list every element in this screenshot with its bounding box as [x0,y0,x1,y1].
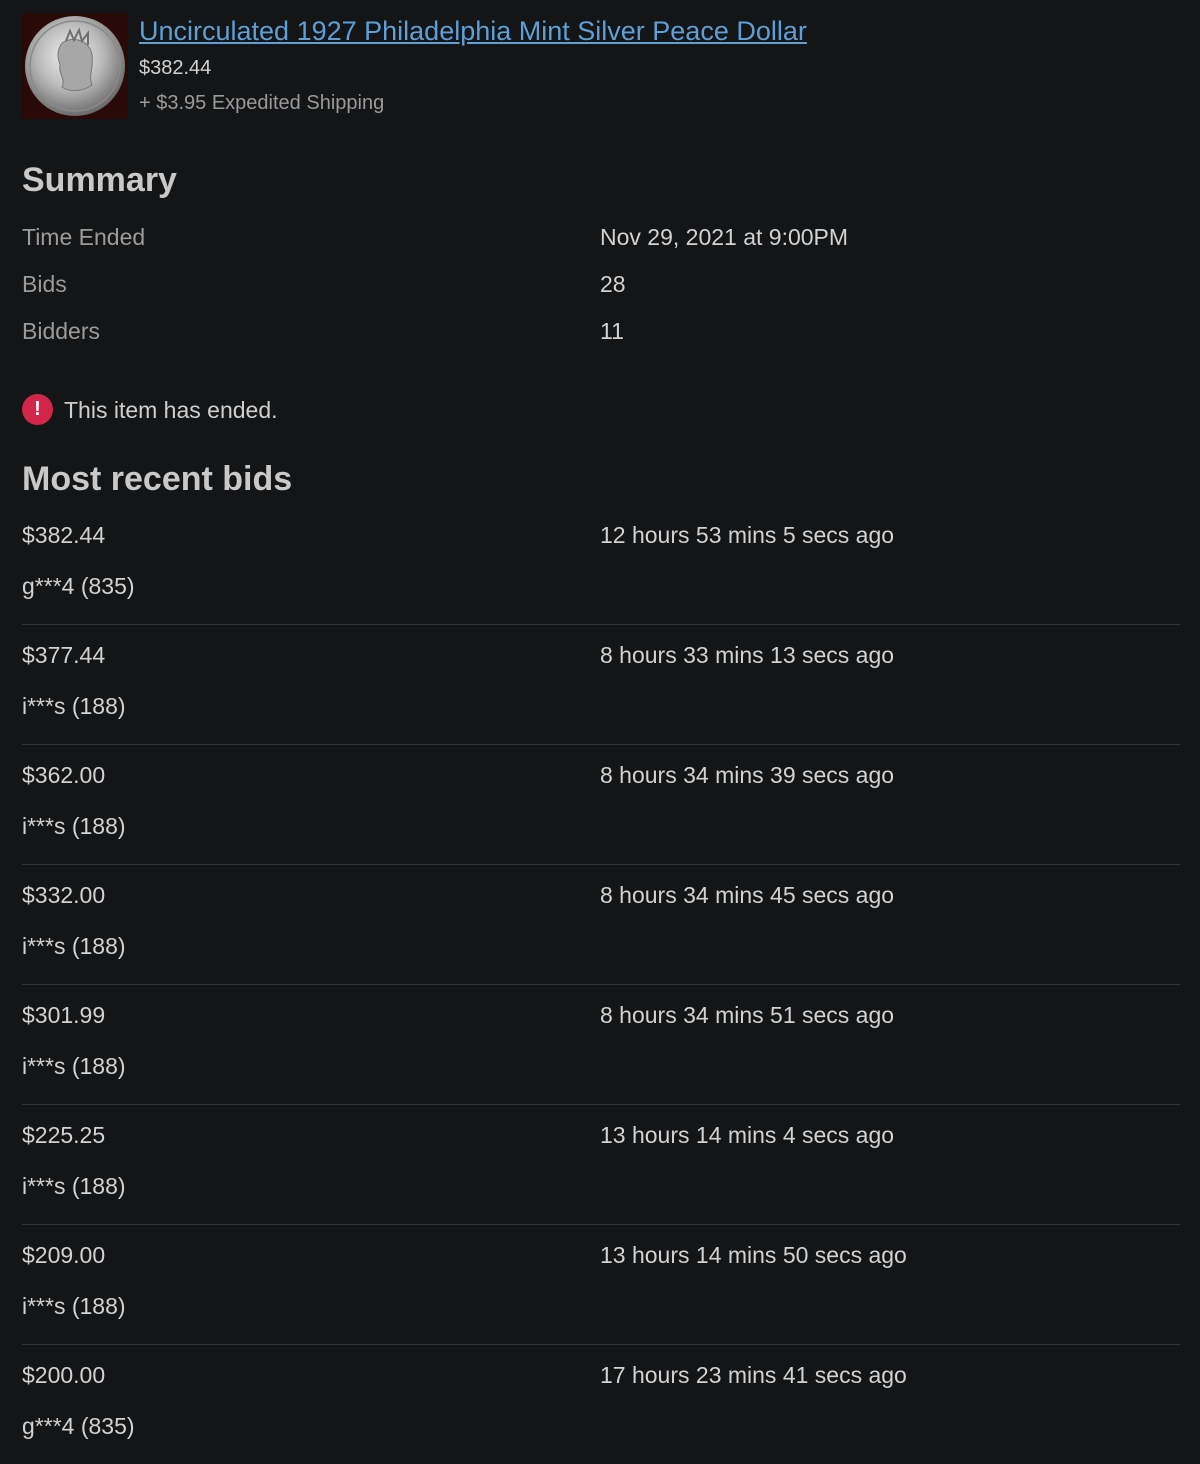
bid-time: 13 hours 14 mins 4 secs ago [600,1122,895,1148]
summary-value: 28 [600,271,626,297]
bid-row: $362.00 8 hours 34 mins 39 secs ago i***… [22,745,1180,865]
bid-row: $209.00 13 hours 14 mins 50 secs ago i**… [22,1225,1180,1345]
bidder-name: i***s (188) [22,1053,126,1079]
bid-amount: $362.00 [22,762,106,788]
bid-list: $382.44 12 hours 53 mins 5 secs ago g***… [22,505,1180,1464]
recent-bids-heading: Most recent bids [22,460,293,498]
bidder-name: i***s (188) [22,933,126,959]
bid-time: 8 hours 33 mins 13 secs ago [600,642,895,668]
bid-time: 8 hours 34 mins 45 secs ago [600,882,895,908]
bidder-name: i***s (188) [22,1173,126,1199]
bid-time: 12 hours 53 mins 5 secs ago [600,522,895,548]
bid-time: 8 hours 34 mins 39 secs ago [600,762,895,788]
bid-row: $301.99 8 hours 34 mins 51 secs ago i***… [22,985,1180,1105]
bid-amount: $382.44 [22,522,106,548]
bid-row: $377.44 8 hours 33 mins 13 secs ago i***… [22,625,1180,745]
item-header: Uncirculated 1927 Philadelphia Mint Silv… [22,0,1180,130]
bid-row: $225.25 13 hours 14 mins 4 secs ago i***… [22,1105,1180,1225]
bid-amount: $301.99 [22,1002,106,1028]
summary-label: Bids [22,271,67,297]
summary-row-bids: Bids 28 [22,269,1180,299]
bidder-name: g***4 (835) [22,1413,135,1439]
bid-amount: $332.00 [22,882,106,908]
bidder-name: i***s (188) [22,1293,126,1319]
summary-row-time-ended: Time Ended Nov 29, 2021 at 9:00PM [22,222,1180,252]
coin-image[interactable] [22,13,128,119]
bid-amount: $377.44 [22,642,106,668]
summary-label: Time Ended [22,224,146,250]
bid-amount: $200.00 [22,1362,106,1388]
bid-time: 8 hours 34 mins 51 secs ago [600,1002,895,1028]
summary-value: 11 [600,318,624,344]
alert-icon: ! [22,394,53,425]
bid-history-page: Uncirculated 1927 Philadelphia Mint Silv… [22,0,1180,1439]
item-title-link[interactable]: Uncirculated 1927 Philadelphia Mint Silv… [139,14,807,48]
bid-row: $382.44 12 hours 53 mins 5 secs ago g***… [22,505,1180,625]
bid-row: $332.00 8 hours 34 mins 45 secs ago i***… [22,865,1180,985]
bidder-name: i***s (188) [22,693,126,719]
item-price: $382.44 [139,57,212,79]
summary-value: Nov 29, 2021 at 9:00PM [600,224,849,250]
notice-text: This item has ended. [64,397,278,423]
shipping-cost: + $3.95 Expedited Shipping [139,92,385,114]
summary-row-bidders: Bidders 11 [22,316,1180,346]
bidder-name: g***4 (835) [22,573,135,599]
bid-amount: $209.00 [22,1242,106,1268]
summary-label: Bidders [22,318,100,344]
summary-heading: Summary [22,161,177,199]
bid-time: 17 hours 23 mins 41 secs ago [600,1362,907,1388]
bid-row: $200.00 17 hours 23 mins 41 secs ago g**… [22,1345,1180,1464]
bid-time: 13 hours 14 mins 50 secs ago [600,1242,907,1268]
bidder-name: i***s (188) [22,813,126,839]
bid-amount: $225.25 [22,1122,106,1148]
